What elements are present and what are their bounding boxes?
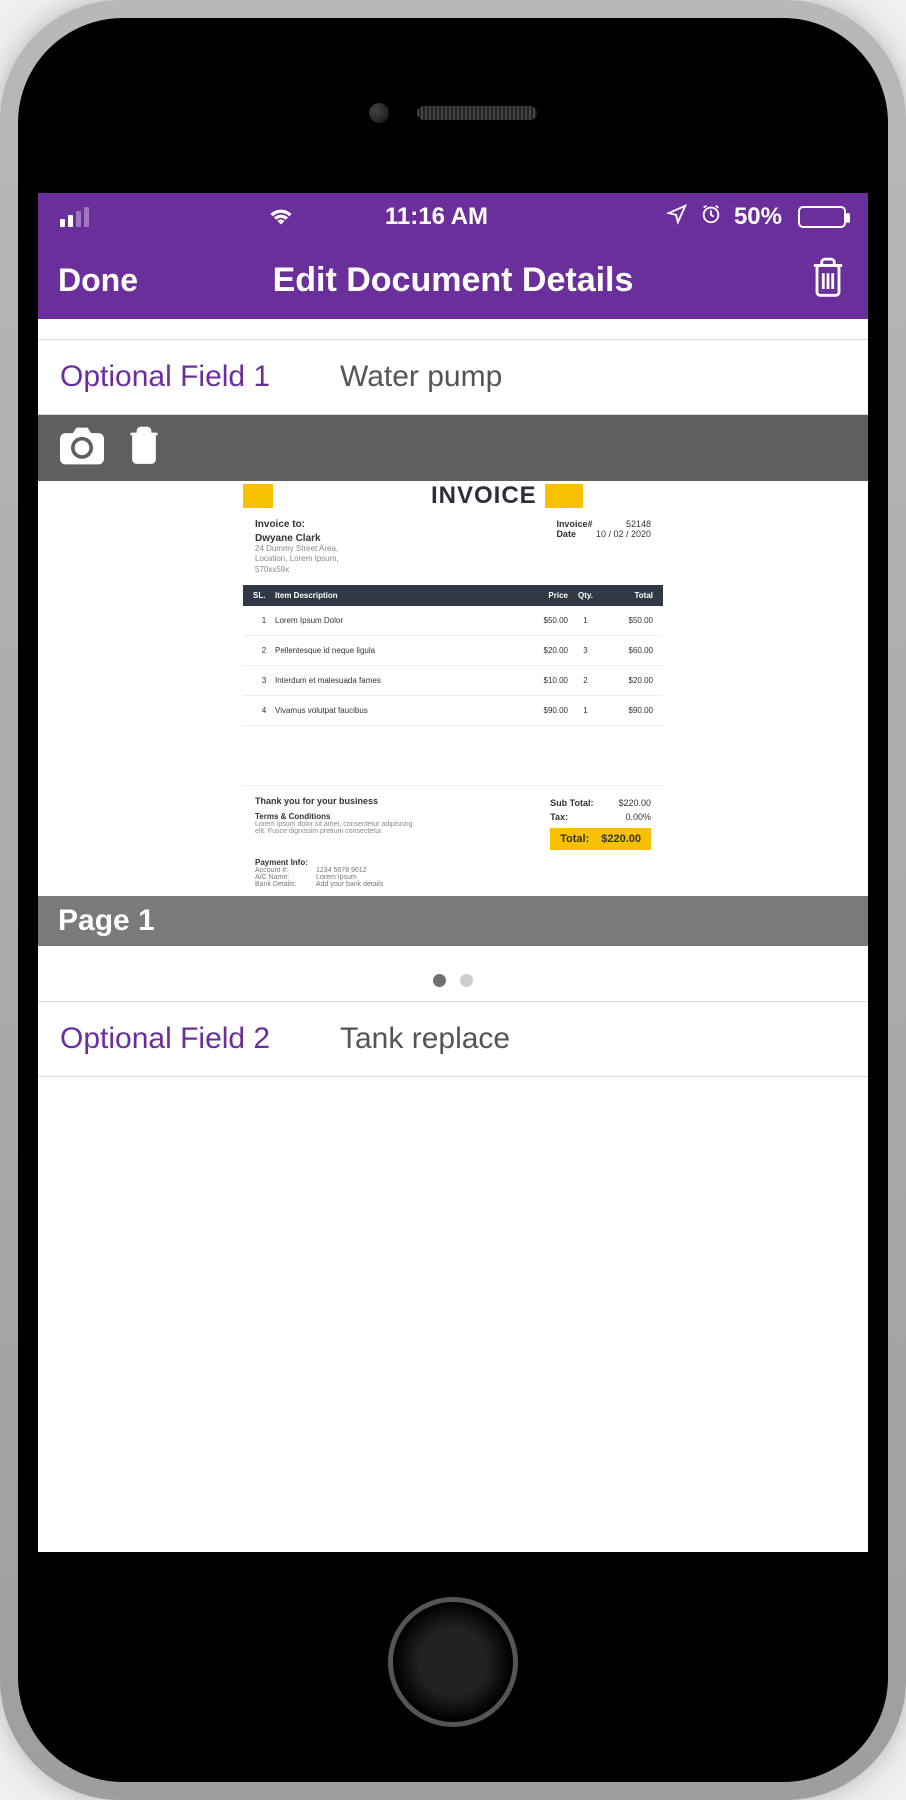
field-label: Optional Field 2 (60, 1022, 340, 1056)
invoice-row: 2Pellentesque id neque ligula$20.003$60.… (243, 636, 663, 666)
invoice-number: 52148 (626, 519, 651, 529)
invoice-thankyou: Thank you for your business (255, 796, 415, 806)
document-preview[interactable]: INVOICE Invoice to: Dwyane Clark 24 Dumm… (38, 481, 868, 896)
invoice-subtotal: $220.00 (618, 798, 651, 808)
invoice-terms-label: Terms & Conditions (255, 812, 415, 821)
phone-speaker (369, 103, 537, 123)
invoice-to-label: Invoice to: (255, 519, 339, 530)
invoice-tax: 0.00% (625, 812, 651, 822)
delete-document-button[interactable] (808, 256, 848, 305)
optional-field-1-row[interactable]: Optional Field 1 Water pump (38, 339, 868, 415)
field-label: Optional Field 1 (60, 360, 340, 394)
battery-icon (798, 206, 846, 228)
invoice-row: 4Vivamus volutpat faucibus$90.001$90.00 (243, 696, 663, 726)
invoice-terms-text: Lorem ipsum dolor sit amet, consectetur … (255, 821, 415, 835)
invoice-number-label: Invoice# (556, 519, 592, 529)
invoice-payment-row: Bank Details:Add your bank details (255, 881, 651, 888)
invoice-title: INVOICE (423, 482, 545, 510)
status-bar: 11:16 AM 50% (38, 193, 868, 241)
page-dot-2[interactable] (460, 974, 473, 987)
invoice-to-address: 24 Dummy Street Area, Location, Lorem Ip… (255, 544, 339, 575)
alarm-icon (700, 203, 722, 232)
invoice-tax-label: Tax: (550, 812, 568, 822)
invoice-row: 1Lorem Ipsum Dolor$50.001$50.00 (243, 606, 663, 636)
invoice-row: 3Interdum et malesuada fames$10.002$20.0… (243, 666, 663, 696)
invoice-table-header: SL. Item Description Price Qty. Total (243, 585, 663, 606)
field-value: Water pump (340, 360, 502, 394)
invoice-document: INVOICE Invoice to: Dwyane Clark 24 Dumm… (243, 481, 663, 896)
image-toolbar (38, 415, 868, 481)
page-dot-1[interactable] (433, 974, 446, 987)
signal-icon (60, 207, 89, 227)
invoice-total-row: Total:$220.00 (550, 828, 651, 850)
page-label: Page 1 (58, 904, 155, 937)
optional-field-2-row[interactable]: Optional Field 2 Tank replace (38, 1001, 868, 1077)
field-value: Tank replace (340, 1022, 510, 1056)
phone-bezel: 11:16 AM 50% (18, 18, 888, 1782)
page-dots[interactable] (38, 946, 868, 1001)
invoice-subtotal-label: Sub Total: (550, 798, 593, 808)
invoice-payment-row: A/C Name:Lorem Ipsum (255, 874, 651, 881)
camera-button[interactable] (60, 427, 104, 470)
battery-percent: 50% (734, 203, 782, 231)
status-time: 11:16 AM (385, 203, 488, 231)
invoice-payment-label: Payment Info: (255, 858, 308, 867)
done-button[interactable]: Done (58, 262, 138, 299)
page-title: Edit Document Details (38, 261, 868, 300)
nav-header: Done Edit Document Details (38, 241, 868, 319)
invoice-to-name: Dwyane Clark (255, 533, 339, 544)
location-icon (666, 203, 688, 232)
screen: 11:16 AM 50% (38, 193, 868, 1552)
phone-frame: 11:16 AM 50% (0, 0, 906, 1800)
invoice-date: 10 / 02 / 2020 (596, 529, 651, 539)
wifi-icon (267, 203, 295, 232)
delete-image-button[interactable] (126, 425, 162, 472)
page-indicator-bar: Page 1 (38, 896, 868, 946)
invoice-date-label: Date (556, 529, 576, 539)
invoice-payment-row: Account #:1234 5678 9012 (255, 867, 651, 874)
home-button[interactable] (388, 1597, 518, 1727)
